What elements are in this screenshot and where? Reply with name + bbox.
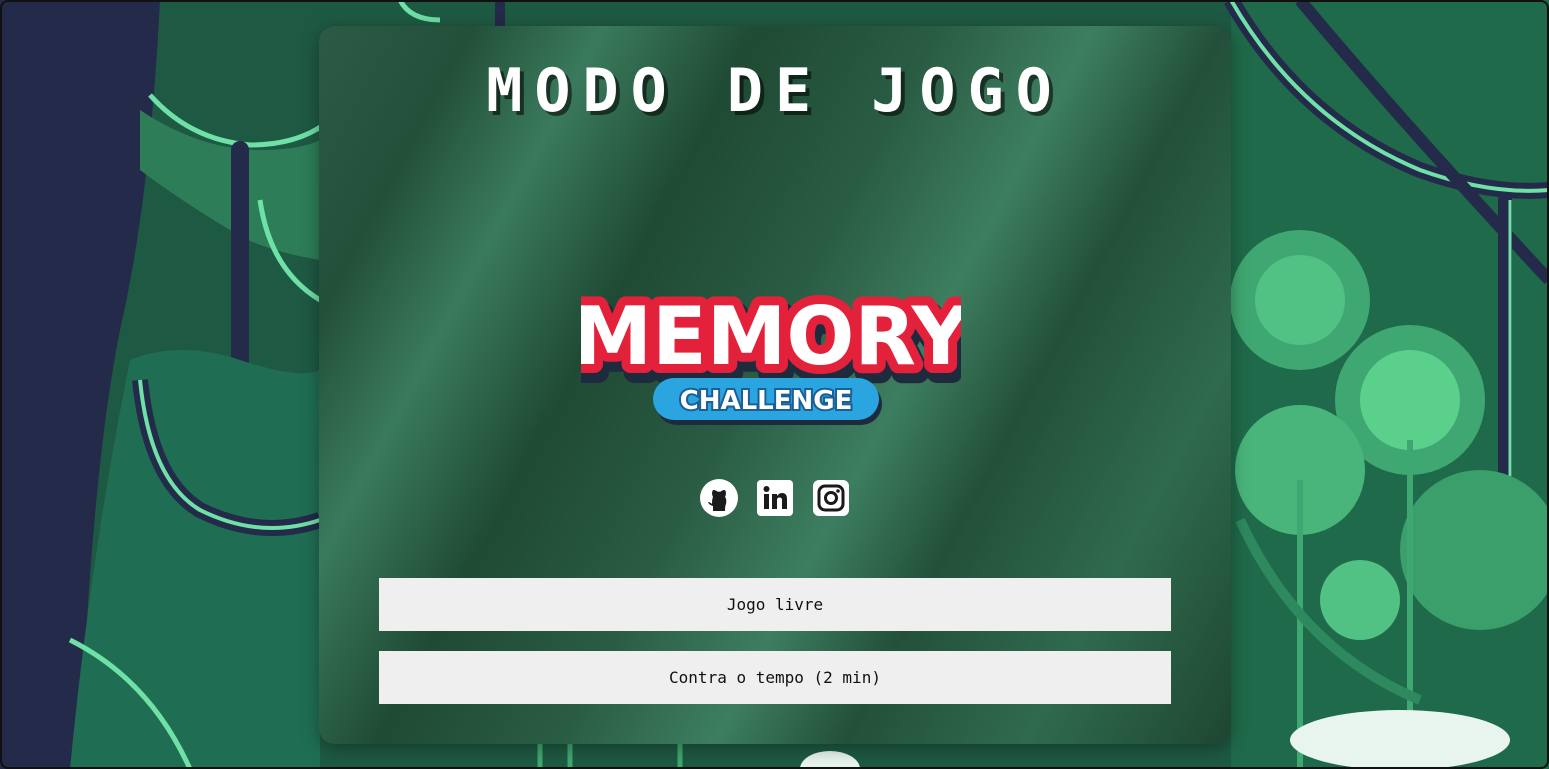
memory-challenge-logo: MEMORY MEMORY CHALLENGE [581, 281, 961, 425]
timed-mode-button[interactable]: Contra o tempo (2 min) [379, 651, 1171, 704]
social-links [699, 478, 851, 518]
game-mode-panel: MODO DE JOGO MEMORY MEMORY CHALLENGE Jog… [319, 26, 1231, 744]
free-play-button[interactable]: Jogo livre [379, 578, 1171, 631]
linkedin-icon[interactable] [755, 478, 795, 518]
page-title: MODO DE JOGO [486, 56, 1064, 126]
instagram-icon[interactable] [811, 478, 851, 518]
logo-text-memory: MEMORY [581, 290, 961, 383]
github-icon[interactable] [699, 478, 739, 518]
logo-text-challenge: CHALLENGE [680, 386, 853, 416]
